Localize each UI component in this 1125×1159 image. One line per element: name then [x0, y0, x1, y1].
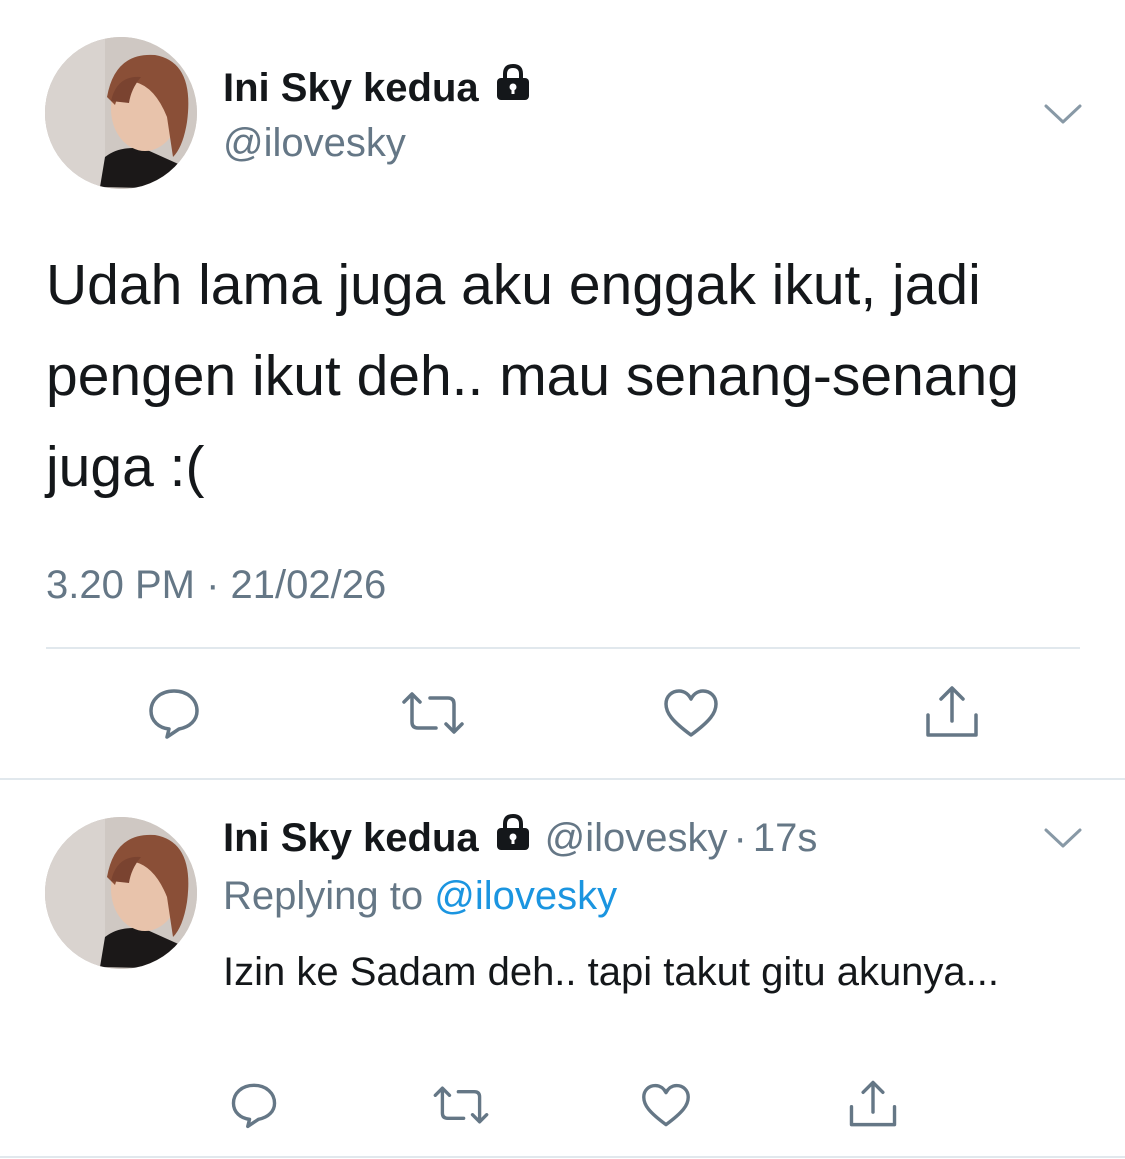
reply-icon[interactable]	[228, 1080, 280, 1130]
like-icon[interactable]	[662, 687, 720, 741]
lock-icon	[493, 62, 533, 114]
username[interactable]: @ilovesky	[545, 812, 728, 864]
divider	[0, 1156, 1125, 1158]
share-icon[interactable]	[846, 1078, 900, 1130]
relative-time[interactable]: 17s	[753, 812, 818, 864]
avatar[interactable]	[45, 37, 197, 189]
reply-header: Ini Sky kedua @ilovesky · 17s	[223, 812, 817, 864]
divider	[0, 778, 1125, 780]
separator: ·	[733, 816, 747, 860]
chevron-down-icon[interactable]	[1043, 826, 1083, 855]
avatar[interactable]	[45, 817, 197, 969]
replying-to: Replying to @ilovesky	[223, 870, 617, 922]
lock-icon	[493, 812, 533, 864]
retweet-icon[interactable]	[430, 1082, 492, 1128]
reply-icon[interactable]	[145, 685, 203, 741]
mention-link[interactable]: @ilovesky	[434, 874, 617, 918]
timestamp[interactable]: 3.20 PM · 21/02/26	[46, 560, 386, 610]
tweet-text: Izin ke Sadam deh.. tapi takut gitu akun…	[223, 950, 1000, 994]
share-icon[interactable]	[922, 683, 982, 741]
divider	[46, 647, 1080, 649]
display-name[interactable]: Ini Sky kedua	[223, 62, 533, 114]
like-icon[interactable]	[640, 1082, 692, 1130]
display-name-text: Ini Sky kedua	[223, 66, 479, 110]
chevron-down-icon[interactable]	[1043, 102, 1083, 131]
tweet-text: Udah lama juga aku enggak ikut, jadi pen…	[46, 253, 1035, 499]
replying-to-label: Replying to	[223, 874, 435, 918]
retweet-icon[interactable]	[398, 688, 468, 738]
display-name[interactable]: Ini Sky kedua	[223, 812, 479, 864]
username[interactable]: @ilovesky	[223, 118, 406, 168]
